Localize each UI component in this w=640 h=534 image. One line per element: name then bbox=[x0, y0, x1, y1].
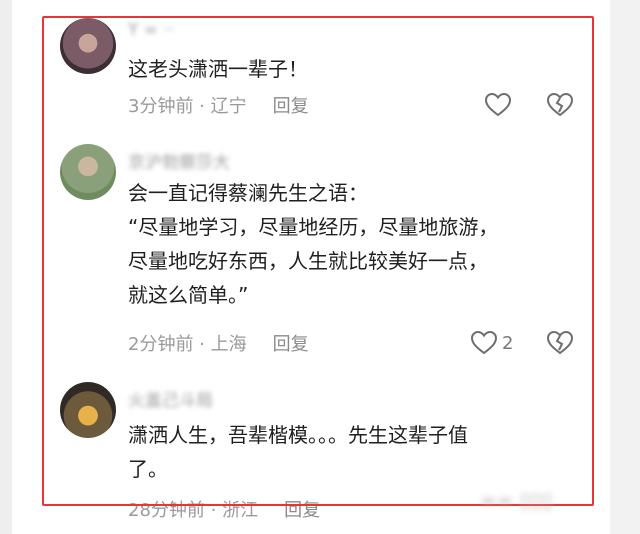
comment-text-line: 这老头潇洒一辈子！ bbox=[128, 57, 308, 81]
heart-outline-icon bbox=[484, 92, 512, 118]
comment-username[interactable]: 京沪勃察莎大 bbox=[128, 148, 230, 173]
broken-heart-icon bbox=[546, 330, 574, 356]
avatar[interactable] bbox=[60, 382, 116, 438]
comment-location: 上海 bbox=[210, 334, 247, 355]
like-count: 2 bbox=[502, 332, 514, 354]
comment-location: 辽宁 bbox=[210, 96, 247, 117]
avatar[interactable] bbox=[60, 144, 116, 200]
comment-meta: 28分钟前 · 浙江 回复 bbox=[128, 496, 320, 522]
watermark: ∞∞ ▯▯▯ bbox=[480, 488, 553, 512]
reply-button[interactable]: 回复 bbox=[273, 334, 309, 355]
right-edge bbox=[610, 0, 640, 534]
reply-button[interactable]: 回复 bbox=[284, 500, 320, 521]
meta-separator: · bbox=[193, 96, 211, 117]
comment-username[interactable]: Y ∞ ·· bbox=[128, 20, 174, 42]
avatar[interactable] bbox=[60, 18, 116, 74]
like-button[interactable]: 2 bbox=[470, 330, 513, 356]
heart-outline-icon bbox=[470, 330, 498, 356]
broken-heart-icon bbox=[546, 92, 574, 118]
like-button[interactable] bbox=[484, 92, 518, 118]
comment-text-line: “尽量地学习，尽量地经历，尽量地旅游， bbox=[128, 215, 499, 239]
comment-username[interactable]: 火盖己斗局 bbox=[128, 386, 213, 411]
dislike-button[interactable] bbox=[546, 330, 574, 356]
reply-button[interactable]: 回复 bbox=[273, 96, 309, 117]
left-edge bbox=[0, 0, 12, 534]
comment-text: 这老头潇洒一辈子！ bbox=[128, 52, 598, 86]
comment-text: 潇洒人生，吾辈楷模。。。先生这辈子值 了。 bbox=[128, 418, 598, 486]
comment-time: 3分钟前 bbox=[128, 96, 194, 117]
meta-separator: · bbox=[193, 334, 211, 355]
comment-meta: 2分钟前 · 上海 回复 bbox=[128, 330, 309, 356]
comment-time: 2分钟前 bbox=[128, 334, 194, 355]
comment-text: 会一直记得蔡澜先生之语： “尽量地学习，尽量地经历，尽量地旅游， 尽量地吃好东西… bbox=[128, 176, 598, 312]
dislike-button[interactable] bbox=[546, 92, 574, 118]
comment-time: 28分钟前 bbox=[128, 500, 205, 521]
meta-separator: · bbox=[204, 500, 223, 521]
comment-text-line: 会一直记得蔡澜先生之语： bbox=[128, 181, 368, 205]
comment-text-line: 了。 bbox=[128, 457, 168, 481]
comment-meta: 3分钟前 · 辽宁 回复 bbox=[128, 92, 309, 118]
comment-location: 浙江 bbox=[222, 500, 259, 521]
comment-text-line: 潇洒人生，吾辈楷模。。。先生这辈子值 bbox=[128, 423, 468, 447]
comment-text-line: 就这么简单。” bbox=[128, 283, 249, 307]
comment-text-line: 尽量地吃好东西，人生就比较美好一点， bbox=[128, 249, 488, 273]
